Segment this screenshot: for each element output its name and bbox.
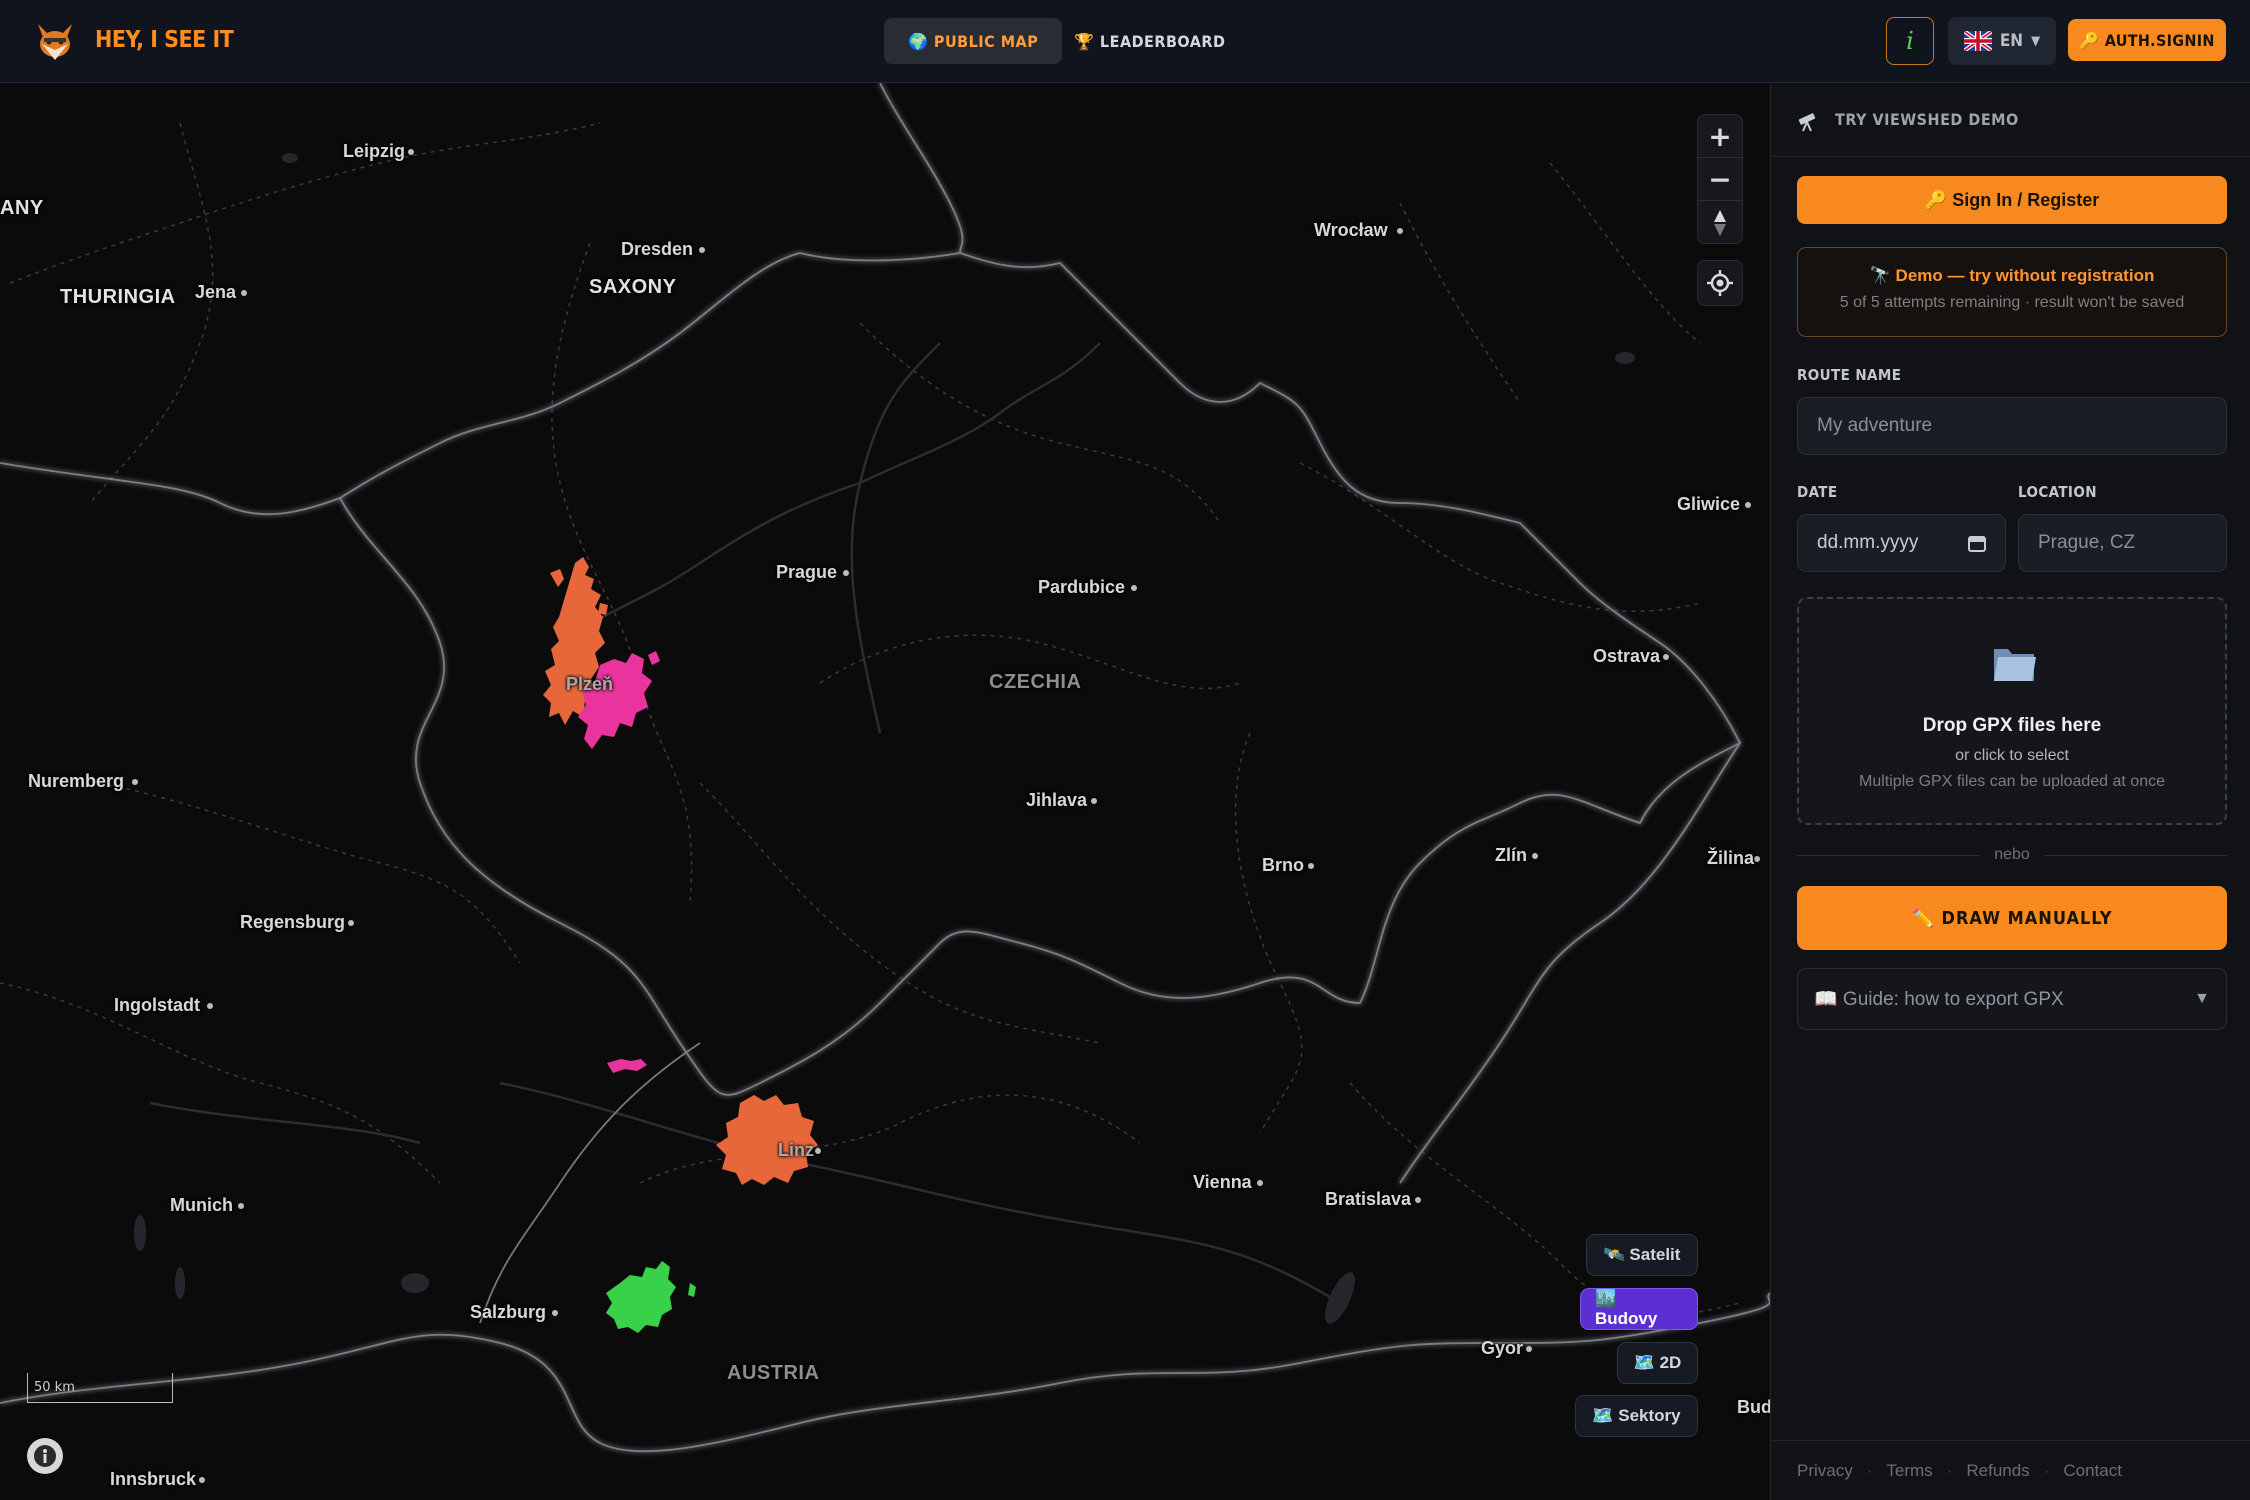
layer-satelit-button[interactable]: 🛰️ Satelit: [1586, 1234, 1698, 1276]
draw-manually-button[interactable]: ✏️ DRAW MANUALLY: [1797, 886, 2227, 950]
dropzone-hint: Multiple GPX files can be uploaded at on…: [1859, 773, 2165, 790]
chevron-down-icon: ▼: [2031, 33, 2041, 49]
city-label: Brno: [1262, 855, 1304, 875]
footer-contact-link[interactable]: Contact: [2063, 1461, 2122, 1481]
city-label: Dresden: [621, 239, 694, 259]
city-label: Plzeň: [566, 674, 614, 694]
route-name-label: ROUTE NAME: [1797, 366, 1902, 384]
route-name-input[interactable]: My adventure: [1797, 397, 2227, 455]
city-label: Munich: [170, 1195, 233, 1215]
demo-title: 🔭 Demo — try without registration: [1869, 266, 2155, 285]
locate-icon: [1707, 270, 1733, 296]
map-base-layer: [0, 83, 1770, 1483]
telescope-icon: [1798, 112, 1816, 131]
zoom-in-button[interactable]: +: [1698, 115, 1742, 158]
divider-line: [2043, 854, 2227, 856]
city-label: Salzburg: [470, 1302, 547, 1322]
top-bar: HEY, I SEE IT 🌍 PUBLIC MAP 🏆 LEADERBOARD…: [0, 0, 2250, 83]
nav-leaderboard[interactable]: 🏆 LEADERBOARD: [1050, 18, 1249, 64]
layer-budovy-button[interactable]: 🏙️ Budovy: [1580, 1288, 1698, 1330]
date-value: dd.mm.yyyy: [1817, 532, 1919, 553]
guide-label: 📖 Guide: how to export GPX: [1814, 989, 2064, 1010]
city-label: Regensburg: [240, 912, 346, 932]
city-label: Ingolstadt: [114, 995, 200, 1015]
locate-button[interactable]: [1697, 260, 1743, 306]
city-label: Vienna: [1193, 1172, 1252, 1192]
city-label: Ostrava: [1593, 646, 1661, 666]
brand-name[interactable]: HEY, I SEE IT: [95, 27, 234, 53]
city-label: Linz: [778, 1140, 814, 1160]
city-label: Pardubice: [1038, 577, 1126, 597]
city-label: Žilina: [1707, 848, 1755, 868]
country-label: AUSTRIA: [727, 1362, 820, 1384]
date-input[interactable]: dd.mm.yyyy: [1797, 514, 2006, 572]
viewshed-border-pink: [607, 1059, 647, 1073]
folder-icon: [1994, 649, 2036, 681]
route-panel: TRY VIEWSHED DEMO 🔑 Sign In / Register 🔭…: [1770, 83, 2250, 1500]
zoom-out-button[interactable]: −: [1698, 158, 1742, 201]
layer-2d-button[interactable]: 🗺️ 2D: [1617, 1342, 1698, 1384]
city-label: Gyor: [1481, 1338, 1524, 1358]
region-label: ANY: [0, 197, 44, 219]
demo-button[interactable]: 🔭 Demo — try without registration 5 of 5…: [1797, 247, 2227, 337]
city-label: Jihlava: [1026, 790, 1088, 810]
zoom-controls: + −: [1697, 114, 1743, 244]
attribution-info-button[interactable]: [27, 1438, 63, 1474]
gpx-guide-dropdown[interactable]: 📖 Guide: how to export GPX ▼: [1797, 968, 2227, 1030]
location-input[interactable]: Prague, CZ: [2018, 514, 2227, 572]
demo-subtitle: 5 of 5 attempts remaining · result won't…: [1839, 294, 2185, 311]
sign-in-register-button[interactable]: 🔑 Sign In / Register: [1797, 176, 2227, 224]
language-selector[interactable]: EN ▼: [1948, 17, 2056, 65]
info-icon: [34, 1445, 56, 1467]
chevron-down-icon: ▼: [2194, 990, 2210, 1007]
compass-button[interactable]: [1698, 201, 1742, 244]
city-label: Nuremberg: [28, 771, 125, 791]
panel-title: TRY VIEWSHED DEMO: [1835, 110, 2019, 129]
city-label: Leipzig: [343, 141, 405, 161]
uk-flag-icon: [1963, 31, 1992, 51]
fox-icon[interactable]: [32, 18, 78, 64]
footer-privacy-link[interactable]: Privacy: [1797, 1461, 1853, 1481]
info-icon: i: [1906, 27, 1914, 55]
dropzone-title: Drop GPX files here: [1922, 715, 2102, 736]
city-label: Zlín: [1495, 845, 1527, 865]
city-label: Jena: [195, 282, 237, 302]
city-label: Innsbruck: [110, 1469, 197, 1489]
auth-signin-button[interactable]: 🔑 AUTH.SIGNIN: [2068, 19, 2226, 61]
footer-terms-link[interactable]: Terms: [1886, 1461, 1932, 1481]
city-label: Gliwice: [1677, 494, 1741, 514]
city-label: Prague: [776, 562, 838, 582]
language-code: EN: [1999, 31, 2024, 51]
region-label: SAXONY: [589, 276, 677, 298]
gpx-dropzone[interactable]: Drop GPX files here or click to select M…: [1797, 597, 2227, 825]
footer-separator: ·: [1866, 1460, 1873, 1480]
country-label: CZECHIA: [989, 671, 1082, 693]
date-label: DATE: [1797, 483, 1838, 501]
scale-bar: 50 km: [27, 1373, 173, 1403]
footer-refunds-link[interactable]: Refunds: [1966, 1461, 2029, 1481]
region-label: THURINGIA: [60, 286, 176, 308]
footer-separator: ·: [1946, 1460, 1953, 1480]
city-label: Bud: [1737, 1397, 1770, 1417]
location-label: LOCATION: [2018, 483, 2097, 501]
map-canvas[interactable]: Leipzig Dresden Jena Wrocław Gliwice Pra…: [0, 83, 1770, 1500]
footer-separator: ·: [2043, 1460, 2050, 1480]
or-text: nebo: [1994, 846, 2030, 863]
nav-public-map[interactable]: 🌍 PUBLIC MAP: [884, 18, 1063, 64]
city-label: Bratislava: [1325, 1189, 1412, 1209]
compass-icon: [1714, 209, 1726, 236]
or-divider: nebo: [1797, 843, 2227, 867]
city-label: Wrocław: [1314, 220, 1388, 240]
layer-sektory-button[interactable]: 🗺️ Sektory: [1575, 1395, 1698, 1437]
divider-line: [1797, 854, 1981, 856]
info-button[interactable]: i: [1886, 17, 1934, 65]
footer-links: Privacy · Terms · Refunds · Contact: [1771, 1440, 2250, 1500]
calendar-icon: [1968, 536, 1986, 552]
viewshed-salzburg-green: [606, 1261, 696, 1333]
panel-header: TRY VIEWSHED DEMO: [1771, 83, 2250, 157]
dropzone-subtitle: or click to select: [1955, 747, 2069, 764]
